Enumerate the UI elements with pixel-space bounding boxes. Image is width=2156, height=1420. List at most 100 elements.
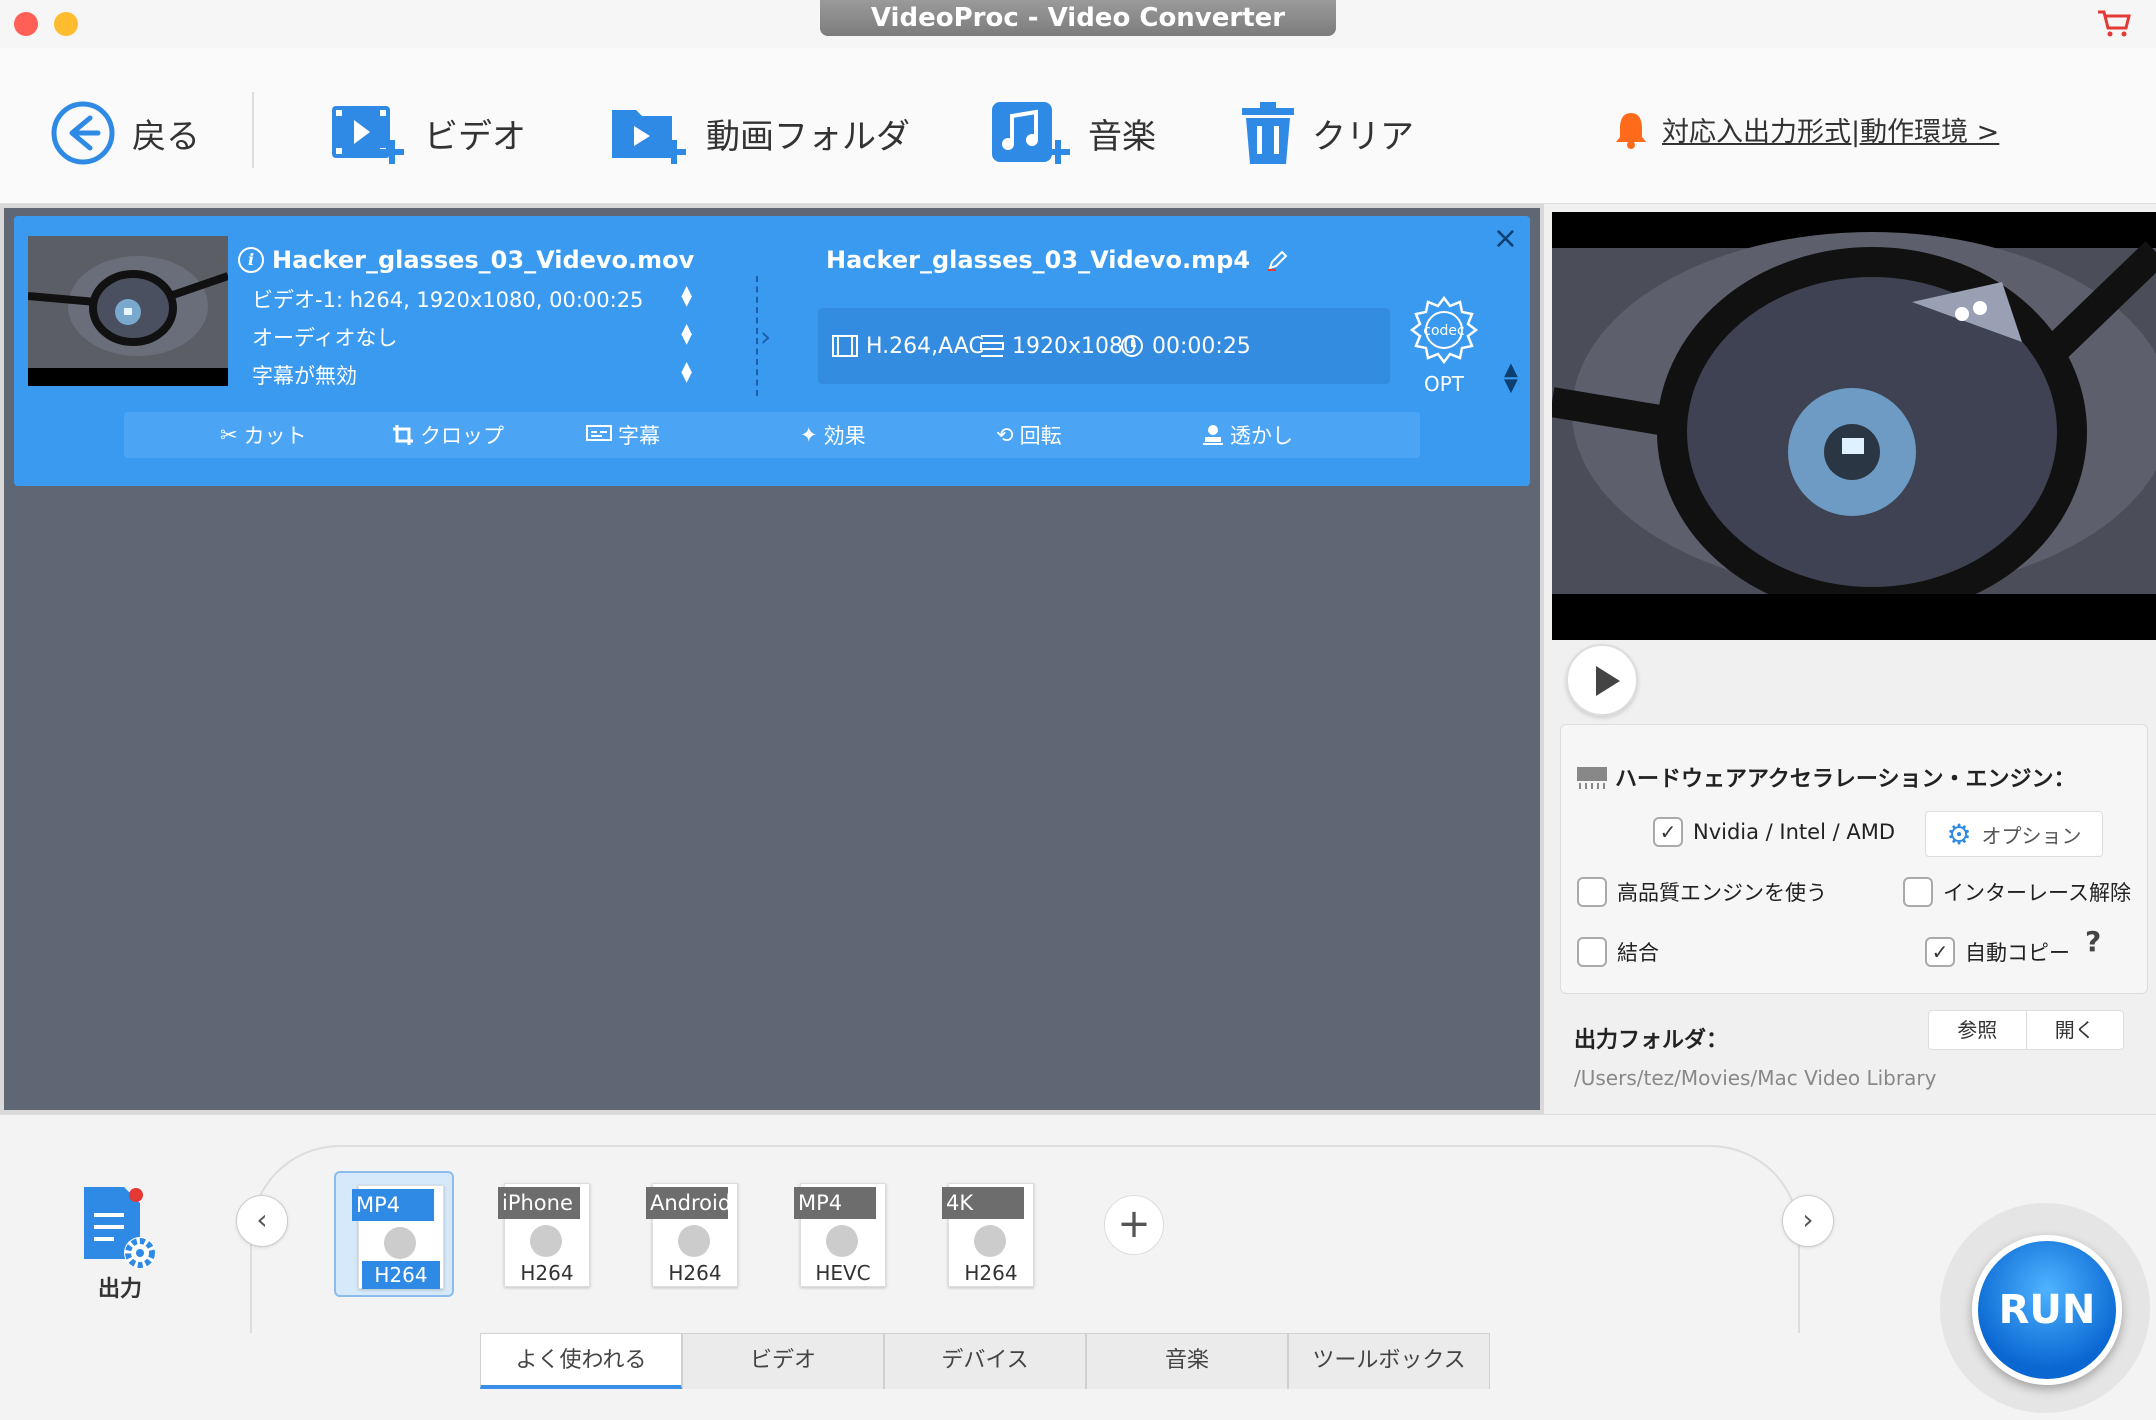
effect-button[interactable]: ✦ 効果	[800, 420, 866, 450]
high-quality-checkbox[interactable]: 高品質エンジンを使う	[1577, 877, 1827, 907]
video-add-icon	[332, 106, 404, 164]
subtitle-icon	[586, 425, 612, 441]
browse-button[interactable]: 参照	[1929, 1011, 2026, 1049]
add-video-button[interactable]: ビデオ	[330, 98, 526, 168]
rotate-label: 回転	[1019, 424, 1062, 448]
run-button[interactable]: RUN	[1972, 1235, 2122, 1385]
crop-button[interactable]: クロップ	[392, 420, 504, 450]
watermark-button[interactable]: 透かし	[1202, 420, 1293, 450]
info-icon[interactable]: i	[238, 247, 264, 273]
add-folder-button[interactable]: 動画フォルダ	[610, 98, 910, 168]
hardware-title-label: ハードウェアアクセラレーション・エンジン：	[1615, 767, 2076, 792]
high-quality-label: 高品質エンジンを使う	[1617, 881, 1827, 905]
tab-toolbox[interactable]: ツールボックス	[1288, 1333, 1490, 1389]
clock-icon	[1121, 335, 1143, 357]
output-resolution-value: 1920x1080	[1012, 333, 1137, 359]
tab-popular[interactable]: よく使われる	[480, 1333, 682, 1389]
codec-option-button[interactable]: codec OPT	[1404, 294, 1484, 396]
format-bottom-label: HEVC	[815, 1261, 871, 1285]
audio-track-select[interactable]: オーディオなし ▲ ▼	[252, 322, 692, 352]
toolbar-divider	[252, 92, 254, 168]
output-label: 出力	[98, 1277, 143, 1302]
help-icon[interactable]: ?	[2085, 925, 2101, 958]
video-folder-label: 動画フォルダ	[706, 116, 910, 157]
output-file: Hacker_glasses_03_Videvo.mp4	[826, 246, 1290, 274]
format-preset[interactable]: iPhone H264	[482, 1171, 602, 1297]
supported-formats-link[interactable]: 対応入出力形式|動作環境 >	[1614, 110, 1999, 149]
film-reel-icon	[678, 1225, 710, 1257]
bottom-bar: 出力 ‹ › MP4 H264 iPhone H264 Android H264…	[0, 1114, 2156, 1420]
output-codec-value: H.264,AAC	[866, 333, 984, 359]
category-tabs: よく使われる ビデオ デバイス 音楽 ツールボックス	[480, 1333, 1490, 1389]
format-top-label: Android	[646, 1187, 728, 1219]
audio-track-label: オーディオなし	[252, 326, 398, 350]
window-title: VideoProc - Video Converter	[820, 0, 1336, 36]
title-bar: VideoProc - Video Converter	[0, 0, 2156, 48]
checkbox-checked: ✓	[1925, 937, 1955, 967]
back-label: 戻る	[132, 116, 200, 157]
subtitle-label: 字幕	[618, 424, 660, 448]
folder-buttons: 参照 開く	[1928, 1010, 2124, 1050]
video-track-select[interactable]: ビデオ-1: h264, 1920x1080, 00:00:25 ▲ ▼	[252, 284, 692, 314]
subtitle-button[interactable]: 字幕	[586, 420, 660, 450]
tab-music[interactable]: 音楽	[1086, 1333, 1288, 1389]
auto-copy-checkbox[interactable]: ✓ 自動コピー	[1925, 937, 2070, 967]
checkbox-unchecked	[1577, 937, 1607, 967]
right-panel: ハードウェアアクセラレーション・エンジン： ✓ Nvidia / Intel /…	[1540, 204, 2156, 1114]
bell-icon	[1616, 112, 1646, 149]
option-label: オプション	[1981, 823, 2082, 848]
clear-label: クリア	[1312, 116, 1414, 157]
merge-checkbox[interactable]: 結合	[1577, 937, 1659, 967]
format-top-label: MP4	[352, 1189, 434, 1221]
output-file-name: Hacker_glasses_03_Videvo.mp4	[826, 246, 1251, 274]
chip-icon	[1577, 767, 1607, 789]
close-window-button[interactable]	[14, 12, 38, 36]
edit-toolbar: ✂ カット クロップ 字幕 ✦ 効果 ⟲ 回転 透かし	[124, 412, 1420, 458]
cut-button[interactable]: ✂ カット	[220, 420, 307, 450]
carousel-next-button[interactable]: ›	[1782, 1195, 1834, 1247]
add-format-button[interactable]: +	[1104, 1195, 1164, 1255]
film-reel-icon	[826, 1225, 858, 1257]
back-button[interactable]: 戻る	[50, 98, 200, 168]
select-arrows-icon: ▲ ▼	[681, 359, 692, 385]
remove-task-button[interactable]: ×	[1493, 224, 1518, 254]
option-button[interactable]: ⚙ オプション	[1925, 811, 2103, 857]
codec-badge-text: codec	[1423, 323, 1464, 339]
add-music-button[interactable]: 音楽	[990, 98, 1156, 168]
rotate-button[interactable]: ⟲ 回転	[996, 420, 1062, 450]
reorder-icon[interactable]: ▲ ▼	[1504, 361, 1518, 395]
format-preset[interactable]: Android H264	[630, 1171, 750, 1297]
gpu-label: Nvidia / Intel / AMD	[1693, 820, 1896, 844]
source-file-name: Hacker_glasses_03_Videvo.mov	[272, 246, 695, 274]
video-thumbnail[interactable]	[28, 236, 228, 386]
task-list-area: i Hacker_glasses_03_Videvo.mov ビデオ-1: h2…	[0, 204, 1540, 1114]
output-resolution: 1920x1080	[980, 334, 1137, 359]
deinterlace-checkbox[interactable]: インターレース解除	[1903, 877, 2131, 907]
watermark-label: 透かし	[1230, 424, 1293, 448]
gear-icon: ⚙	[1946, 817, 1972, 851]
hardware-title: ハードウェアアクセラレーション・エンジン：	[1575, 761, 2075, 793]
output-codec: H.264,AAC	[832, 334, 984, 359]
film-reel-icon	[530, 1225, 562, 1257]
carousel-prev-button[interactable]: ‹	[236, 1195, 288, 1247]
output-folder-path: /Users/tez/Movies/Mac Video Library	[1574, 1066, 1937, 1090]
subtitle-track-select[interactable]: 字幕が無効 ▲ ▼	[252, 360, 692, 390]
tab-video[interactable]: ビデオ	[682, 1333, 884, 1389]
film-reel-icon	[384, 1227, 416, 1259]
source-target-divider	[756, 276, 758, 396]
gpu-checkbox[interactable]: ✓ Nvidia / Intel / AMD	[1653, 817, 1895, 847]
output-settings-icon[interactable]	[80, 1185, 164, 1275]
crop-icon	[393, 425, 413, 445]
pencil-icon[interactable]	[1266, 248, 1290, 272]
open-folder-button[interactable]: 開く	[2025, 1011, 2124, 1049]
cart-icon[interactable]	[2096, 8, 2132, 38]
task-item[interactable]: i Hacker_glasses_03_Videvo.mov ビデオ-1: h2…	[14, 216, 1530, 486]
play-button[interactable]	[1566, 644, 1638, 716]
minimize-window-button[interactable]	[54, 12, 78, 36]
clear-button[interactable]: クリア	[1240, 98, 1414, 168]
format-preset[interactable]: MP4 H264	[334, 1171, 454, 1297]
format-preset[interactable]: MP4 HEVC	[778, 1171, 898, 1297]
merge-label: 結合	[1617, 941, 1659, 965]
format-preset[interactable]: 4K H264	[926, 1171, 1046, 1297]
tab-device[interactable]: デバイス	[884, 1333, 1086, 1389]
